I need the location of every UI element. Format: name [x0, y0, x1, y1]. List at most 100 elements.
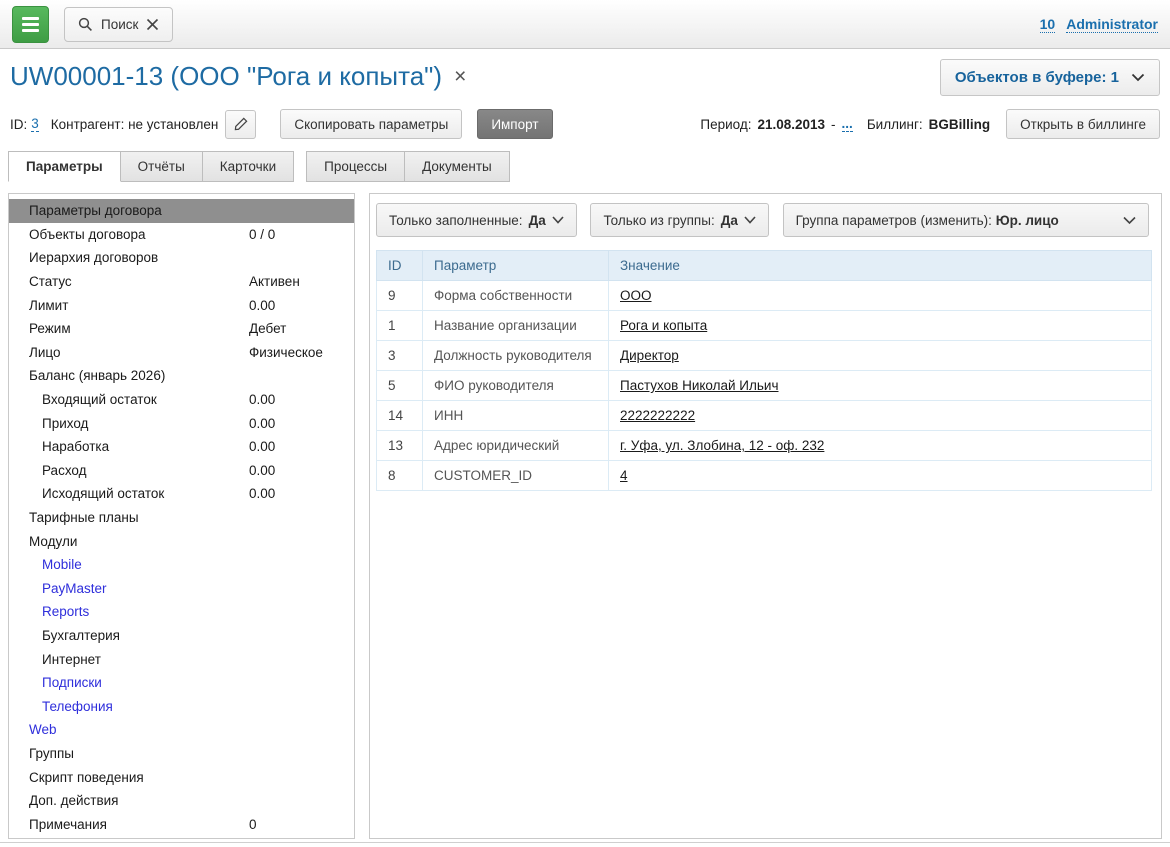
open-billing-button[interactable]: Открыть в биллинге [1006, 109, 1160, 139]
tab-4[interactable]: Документы [404, 151, 510, 182]
param-value-link[interactable]: 2222222222 [620, 408, 695, 423]
filter-from-group[interactable]: Только из группы: Да [590, 203, 768, 237]
sidebar-item-label: Параметры договора [29, 203, 162, 218]
sidebar-item[interactable]: Баланс (январь 2026) [9, 364, 354, 388]
tab-3[interactable]: Процессы [306, 151, 405, 182]
sidebar-item[interactable]: Скрипт поведения [9, 765, 354, 789]
param-value-link[interactable]: ООО [620, 288, 652, 303]
sidebar-item-label: Приход [42, 416, 88, 431]
sidebar-item[interactable]: Reports [9, 600, 354, 624]
sidebar-item[interactable]: Бухгалтерия [9, 624, 354, 648]
tab-2[interactable]: Карточки [202, 151, 294, 182]
sidebar-item-value: Активен [249, 274, 300, 289]
close-contract-icon[interactable]: × [454, 66, 466, 87]
sidebar-item-label: Интернет [42, 652, 101, 667]
close-icon[interactable] [146, 18, 159, 31]
sidebar-item-value: 0.00 [249, 392, 275, 407]
buffer-dropdown-button[interactable]: Объектов в буфере: 1 [940, 59, 1160, 96]
param-id-cell: 14 [377, 401, 423, 431]
filter-filled-label: Только заполненные: [389, 213, 523, 228]
sidebar-item-label: Подписки [42, 675, 102, 690]
sidebar-item-label: Группы [29, 746, 74, 761]
topbar: Поиск 10 Administrator [0, 0, 1170, 49]
sidebar-item[interactable]: Лимит0.00 [9, 293, 354, 317]
filter-filled-only[interactable]: Только заполненные: Да [376, 203, 577, 237]
filter-param-group[interactable]: Группа параметров (изменить): Юр. лицо [783, 203, 1149, 237]
page-title: UW00001-13 (ООО "Рога и копыта") [10, 61, 442, 92]
copy-params-button[interactable]: Скопировать параметры [280, 109, 462, 139]
param-value-link[interactable]: г. Уфа, ул. Злобина, 12 - оф. 232 [620, 438, 824, 453]
sidebar-item[interactable]: Интернет [9, 647, 354, 671]
sidebar-item[interactable]: Web [9, 718, 354, 742]
param-value-link[interactable]: Пастухов Николай Ильич [620, 378, 779, 393]
sidebar-item[interactable]: PayMaster [9, 577, 354, 601]
user-name-link[interactable]: Administrator [1066, 16, 1158, 33]
search-button[interactable]: Поиск [64, 7, 173, 42]
sidebar-item[interactable]: ЛицоФизическое [9, 341, 354, 365]
period-more-link[interactable]: ... [842, 116, 853, 132]
param-id-cell: 3 [377, 341, 423, 371]
sidebar-item-value: 0.00 [249, 298, 275, 313]
param-id-cell: 8 [377, 461, 423, 491]
filter-from-group-value: Да [721, 213, 738, 228]
sidebar-item[interactable]: Параметры договора [9, 199, 354, 223]
param-name-cell: Адрес юридический [423, 431, 609, 461]
sidebar-item-label: Расход [42, 463, 87, 478]
tab-1[interactable]: Отчёты [120, 151, 203, 182]
sidebar-item[interactable]: СтатусАктивен [9, 270, 354, 294]
sidebar-item[interactable]: Исходящий остаток0.00 [9, 482, 354, 506]
sidebar-item[interactable]: Входящий остаток0.00 [9, 388, 354, 412]
sidebar-item[interactable]: Доп. действия [9, 789, 354, 813]
sidebar-item-value: 0.00 [249, 416, 275, 431]
sidebar-item[interactable]: Модули [9, 529, 354, 553]
id-value-link[interactable]: 3 [31, 116, 39, 132]
sidebar-item[interactable]: Тарифные планы [9, 506, 354, 530]
tab-0[interactable]: Параметры [8, 151, 121, 182]
contract-id-group: ID: 3 [10, 116, 39, 132]
param-value-link[interactable]: 4 [620, 468, 628, 483]
table-row: 3Должность руководителя Директор [377, 341, 1152, 371]
param-value-cell: ООО [609, 281, 1152, 311]
param-value-cell: Директор [609, 341, 1152, 371]
sidebar-item[interactable]: Расход0.00 [9, 459, 354, 483]
sidebar-item[interactable]: Подписки [9, 671, 354, 695]
header-row: IDПараметрЗначение [377, 251, 1152, 281]
period-dash: - [831, 117, 836, 132]
edit-contractor-button[interactable] [225, 110, 256, 139]
param-value-link[interactable]: Директор [620, 348, 679, 363]
sidebar-item-label: Доп. действия [29, 793, 119, 808]
hamburger-icon [22, 23, 39, 26]
sidebar-item[interactable]: Объекты договора0 / 0 [9, 223, 354, 247]
user-id-link[interactable]: 10 [1040, 16, 1056, 33]
column-header-1: Параметр [423, 251, 609, 281]
param-value-link[interactable]: Рога и копыта [620, 318, 707, 333]
hamburger-menu-button[interactable] [12, 6, 49, 43]
params-table-body: 9Форма собственностиООО1Название организ… [377, 281, 1152, 491]
sidebar-item[interactable]: Mobile [9, 553, 354, 577]
param-id-cell: 1 [377, 311, 423, 341]
import-button[interactable]: Импорт [477, 109, 552, 139]
sidebar-item[interactable]: Группы [9, 742, 354, 766]
sidebar-item-value: 0 [249, 817, 257, 832]
sidebar-item[interactable]: Приход 0.00 [9, 411, 354, 435]
sidebar-item-label: Бухгалтерия [42, 628, 120, 643]
sidebar-item-label: Mobile [42, 557, 82, 572]
column-header-2: Значение [609, 251, 1152, 281]
sidebar-item[interactable]: РежимДебет [9, 317, 354, 341]
sidebar-item[interactable]: Телефония [9, 694, 354, 718]
param-name-cell: CUSTOMER_ID [423, 461, 609, 491]
sidebar-item[interactable]: Наработка0.00 [9, 435, 354, 459]
search-icon [78, 17, 93, 32]
buffer-dropdown-label: Объектов в буфере: 1 [955, 69, 1119, 86]
param-name-cell: Должность руководителя [423, 341, 609, 371]
sidebar-item-label: Объекты договора [29, 227, 146, 242]
sidebar-item-label: Примечания [29, 817, 107, 832]
sidebar-item[interactable]: Примечания 0 [9, 812, 354, 836]
content: Параметры договораОбъекты договора0 / 0И… [0, 182, 1170, 839]
param-name-cell: Название организации [423, 311, 609, 341]
chevron-down-icon [1131, 73, 1145, 82]
sidebar-item[interactable]: Иерархия договоров [9, 246, 354, 270]
params-table: IDПараметрЗначение 9Форма собственностиО… [376, 250, 1152, 491]
tabs: ПараметрыОтчётыКарточки ПроцессыДокументы [0, 139, 1170, 182]
sidebar-item-label: Исходящий остаток [42, 486, 164, 501]
